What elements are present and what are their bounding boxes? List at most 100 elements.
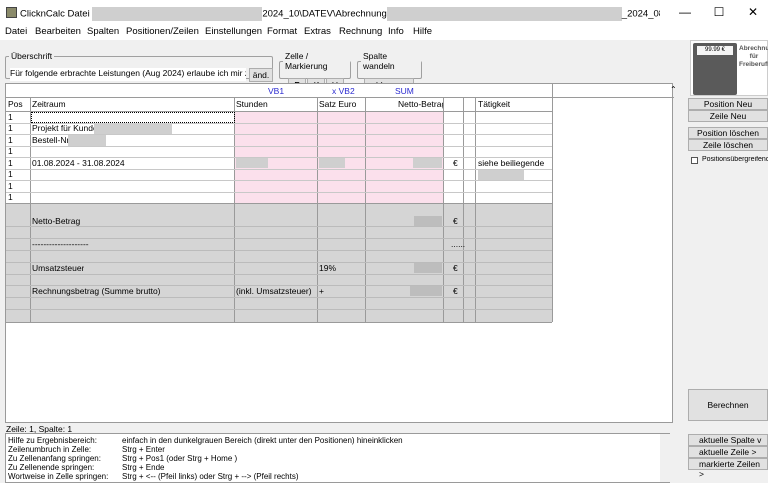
header-netto: Netto-Betrag bbox=[398, 99, 443, 109]
help-key: Zu Zellenanfang springen: bbox=[8, 454, 101, 463]
redacted-block bbox=[478, 170, 524, 180]
scroll-up-icon[interactable]: ⌃ bbox=[670, 85, 677, 94]
projekt-cell[interactable]: Projekt für Kunde bbox=[32, 123, 98, 134]
redacted-block bbox=[410, 286, 442, 296]
zelle-markierung-group: Zelle / Markierung F K U bbox=[279, 51, 351, 91]
maximize-button[interactable]: ☐ bbox=[702, 0, 736, 25]
zeile-loeschen-button[interactable]: Zeile löschen bbox=[688, 139, 768, 151]
ueberschrift-input[interactable]: Für folgende erbrachte Leistungen (Aug 2… bbox=[10, 68, 246, 81]
help-value: einfach in den dunkelgrauen Bereich (dir… bbox=[122, 436, 403, 445]
ueberschrift-legend: Überschrift bbox=[11, 51, 53, 61]
redacted-block bbox=[413, 158, 442, 168]
redacted-block bbox=[94, 123, 172, 134]
ust-label: Umsatzsteuer bbox=[32, 263, 85, 273]
netto-label: Netto-Betrag bbox=[32, 216, 81, 226]
tag-xvb2: x VB2 bbox=[332, 86, 355, 96]
pos-cell[interactable]: 1 bbox=[8, 123, 13, 134]
menu-bearbeiten[interactable]: Bearbeiten bbox=[35, 26, 81, 37]
header-taetigkeit: Tätigkeit bbox=[478, 99, 511, 109]
help-key: Zeilenumbruch in Zelle: bbox=[8, 445, 92, 454]
title-bar: ClicknCalc Datei 2024_10\DATEV\Abrechnun… bbox=[0, 0, 768, 25]
help-key: Wortweise in Zelle springen: bbox=[8, 472, 109, 481]
redacted-block bbox=[236, 158, 268, 168]
pos-cell[interactable]: 1 bbox=[8, 112, 13, 123]
menu-datei[interactable]: Datei bbox=[5, 26, 27, 37]
help-key: Zu Zellenende springen: bbox=[8, 463, 95, 472]
help-scrollbar[interactable] bbox=[660, 434, 670, 482]
redacted-block bbox=[414, 263, 442, 273]
positionsuebergreifend-checkbox[interactable] bbox=[691, 157, 698, 164]
header-satz: Satz Euro bbox=[319, 99, 357, 109]
spalte-legend: Spalte wandeln bbox=[363, 51, 395, 71]
calculation-grid[interactable]: VB1 x VB2 SUM ⌃ Pos Zeitraum Stunden Sat… bbox=[5, 83, 677, 423]
euro-cell: € bbox=[453, 286, 458, 296]
menu-rechnung[interactable]: Rechnung bbox=[339, 26, 382, 37]
ueberschrift-group: Überschrift Für folgende erbrachte Leist… bbox=[5, 51, 273, 82]
help-panel: Hilfe zu Ergebnisbereich: einfach in den … bbox=[5, 433, 670, 483]
pos-cell[interactable]: 1 bbox=[8, 158, 13, 169]
menu-format[interactable]: Format bbox=[267, 26, 297, 37]
logo-text: Freiberufler bbox=[739, 61, 768, 68]
header-pos: Pos bbox=[8, 99, 23, 109]
taetigkeit-cell[interactable]: siehe beiliegende bbox=[478, 158, 544, 169]
position-loeschen-button[interactable]: Position löschen bbox=[688, 127, 768, 139]
menu-hilfe[interactable]: Hilfe bbox=[413, 26, 432, 37]
inkl-label: (inkl. Umsatzsteuer) bbox=[236, 286, 312, 296]
euro-cell: € bbox=[453, 263, 458, 273]
separator-dots: ...... bbox=[451, 239, 466, 249]
app-icon bbox=[6, 7, 17, 18]
help-value: Strg + Ende bbox=[122, 463, 165, 472]
menu-extras[interactable]: Extras bbox=[304, 26, 331, 37]
title-path: 2024_10\DATEV\Abrechnung bbox=[262, 8, 387, 20]
logo-text: Abrechnung bbox=[739, 45, 768, 52]
help-value: Strg + <-- (Pfeil links) oder Strg + -->… bbox=[122, 472, 299, 481]
plus-sign: + bbox=[319, 286, 324, 296]
zeile-neu-button[interactable]: Zeile Neu bbox=[688, 110, 768, 122]
aktuelle-spalte-button[interactable]: aktuelle Spalte v bbox=[688, 434, 768, 446]
menu-info[interactable]: Info bbox=[388, 26, 404, 37]
redacted-block bbox=[92, 7, 263, 21]
pos-cell[interactable]: 1 bbox=[8, 135, 13, 146]
euro-cell: € bbox=[453, 158, 458, 168]
separator-dots: -------------------- bbox=[32, 239, 89, 249]
zeitraum-cell[interactable]: 01.08.2024 - 31.08.2024 bbox=[32, 158, 125, 169]
tag-vb1: VB1 bbox=[268, 86, 285, 96]
pos-cell[interactable]: 1 bbox=[8, 181, 13, 192]
positionsuebergreifend-label: Positionsübergreifend bbox=[702, 156, 768, 163]
redacted-block bbox=[414, 216, 442, 226]
minimize-button[interactable]: — bbox=[668, 0, 702, 25]
menu-einstellungen[interactable]: Einstellungen bbox=[205, 26, 262, 37]
spalte-wandeln-group: Spalte wandeln hh:mm bbox=[357, 51, 422, 91]
menu-bar: Datei Bearbeiten Spalten Positionen/Zeil… bbox=[0, 25, 768, 40]
close-button[interactable]: ✕ bbox=[736, 0, 768, 25]
ust-rate: 19% bbox=[319, 263, 337, 273]
pos-cell[interactable]: 1 bbox=[8, 192, 13, 203]
aendern-button[interactable]: änd. bbox=[249, 68, 273, 82]
menu-spalten[interactable]: Spalten bbox=[87, 26, 119, 37]
logo-price: 99.99 € bbox=[697, 46, 733, 55]
pos-cell[interactable]: 1 bbox=[8, 169, 13, 180]
header-stunden: Stunden bbox=[236, 99, 268, 109]
window-title: ClicknCalc Datei 2024_10\DATEV\Abrechnun… bbox=[20, 7, 660, 21]
help-key: Hilfe zu Ergebnisbereich: bbox=[8, 436, 97, 445]
product-logo: 99.99 € Abrechnung für Freiberufler bbox=[690, 40, 768, 96]
redacted-block bbox=[386, 7, 622, 21]
header-zeitraum: Zeitraum bbox=[32, 99, 66, 109]
tag-sum: SUM bbox=[395, 86, 414, 96]
markierte-zeilen-button[interactable]: markierte Zeilen > bbox=[688, 458, 768, 479]
berechnen-button[interactable]: Berechnen bbox=[688, 389, 768, 421]
active-cell[interactable] bbox=[31, 112, 235, 123]
calculator-icon: 99.99 € bbox=[693, 43, 737, 95]
redacted-block bbox=[319, 158, 345, 168]
zelle-legend: Zelle / Markierung bbox=[285, 51, 328, 71]
position-neu-button[interactable]: Position Neu bbox=[688, 98, 768, 110]
pos-cell[interactable]: 1 bbox=[8, 146, 13, 157]
help-value: Strg + Pos1 (oder Strg + Home ) bbox=[122, 454, 238, 463]
redacted-block bbox=[68, 135, 106, 146]
logo-text: für bbox=[749, 53, 759, 60]
aktuelle-zeile-button[interactable]: aktuelle Zeile > bbox=[688, 446, 768, 458]
euro-cell: € bbox=[453, 216, 458, 226]
rechnung-label: Rechnungsbetrag (Summe brutto) bbox=[32, 286, 161, 296]
bestell-cell[interactable]: Bestell-Nr. bbox=[32, 135, 71, 146]
menu-positionen[interactable]: Positionen/Zeilen bbox=[126, 26, 199, 37]
